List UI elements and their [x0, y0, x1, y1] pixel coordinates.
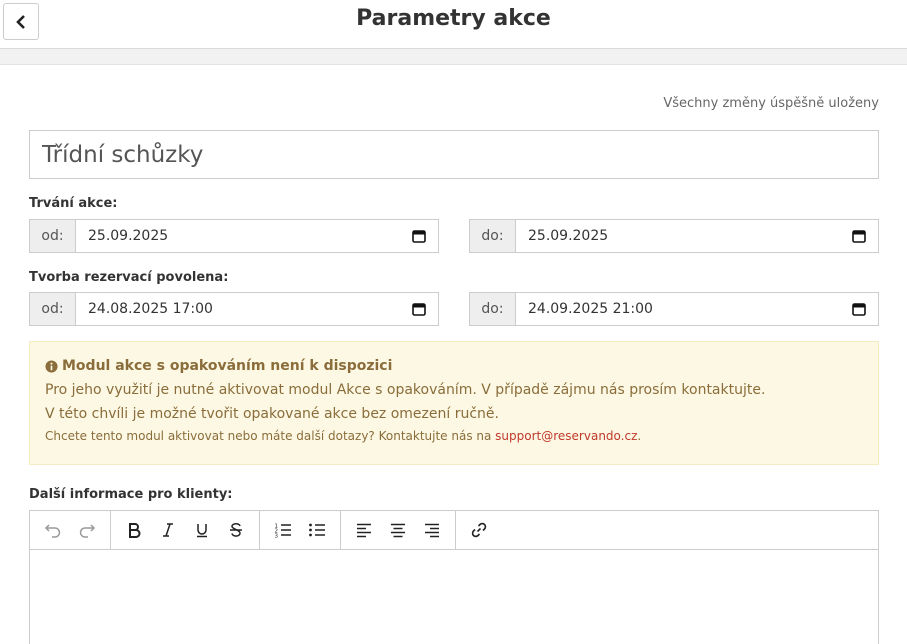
header-divider	[0, 48, 907, 65]
link-icon	[471, 522, 487, 538]
page-title: Parametry akce	[356, 6, 551, 31]
insert-link-button[interactable]	[462, 515, 496, 545]
align-left-icon	[357, 523, 371, 538]
alert-title: Modul akce s opakováním není k dispozici	[62, 358, 393, 374]
reservations-from-addon: od:	[30, 293, 76, 325]
duration-from-addon: od:	[30, 220, 76, 252]
duration-to-addon: do:	[470, 220, 516, 252]
reservations-from-value: 24.08.2025 17:00	[88, 301, 213, 317]
editor-toolbar: 123	[30, 511, 878, 550]
alert-contact-text: Chcete tento modul aktivovat nebo máte d…	[45, 429, 863, 443]
reservations-to-group: do: 24.09.2025 21:00	[469, 292, 879, 326]
reservations-to-value: 24.09.2025 21:00	[528, 301, 653, 317]
align-center-button[interactable]	[381, 515, 415, 545]
calendar-icon[interactable]	[852, 302, 866, 316]
svg-text:3: 3	[275, 534, 279, 539]
rich-text-editor: 123	[29, 510, 879, 644]
client-info-label: Další informace pro klienty:	[29, 487, 233, 502]
duration-to-value: 25.09.2025	[528, 228, 609, 244]
reservations-to-addon: do:	[470, 293, 516, 325]
alert-line-1: Pro jeho využití je nutné aktivovat modu…	[45, 382, 766, 398]
redo-button[interactable]	[70, 515, 104, 545]
reservations-to-input[interactable]: 24.09.2025 21:00	[516, 293, 878, 325]
alert-contact-prefix: Chcete tento modul aktivovat nebo máte d…	[45, 429, 496, 443]
alert-contact-suffix: .	[637, 429, 642, 443]
redo-icon	[79, 524, 96, 538]
duration-to-input[interactable]: 25.09.2025	[516, 220, 878, 252]
reservations-from-input[interactable]: 24.08.2025 17:00	[76, 293, 438, 325]
history-group	[30, 511, 111, 549]
align-left-button[interactable]	[347, 515, 381, 545]
align-group	[341, 511, 456, 549]
support-email-link[interactable]: support@reservando.cz	[495, 429, 637, 443]
undo-button[interactable]	[36, 515, 70, 545]
duration-from-value: 25.09.2025	[88, 228, 169, 244]
duration-to-group: do: 25.09.2025	[469, 219, 879, 253]
list-group: 123	[260, 511, 341, 549]
align-right-icon	[425, 523, 439, 538]
ordered-list-icon: 123	[275, 524, 291, 539]
align-center-icon	[391, 523, 405, 538]
header: Parametry akce	[0, 0, 907, 48]
module-warning-alert: Modul akce s opakováním není k dispozici…	[29, 341, 879, 465]
bullet-list-button[interactable]	[300, 515, 334, 545]
calendar-icon[interactable]	[852, 229, 866, 243]
strikethrough-icon	[230, 523, 242, 537]
strikethrough-button[interactable]	[219, 515, 253, 545]
info-icon	[45, 359, 58, 373]
undo-icon	[44, 524, 61, 538]
align-right-button[interactable]	[415, 515, 449, 545]
bold-button[interactable]	[117, 515, 151, 545]
save-status: Všechny změny úspěšně uloženy	[663, 96, 879, 111]
editor-content-area[interactable]	[30, 550, 878, 644]
duration-from-group: od: 25.09.2025	[29, 219, 439, 253]
duration-label: Trvání akce:	[29, 196, 118, 211]
alert-title-row: Modul akce s opakováním není k dispozici	[45, 358, 863, 374]
link-group	[456, 511, 502, 549]
bold-icon	[129, 523, 141, 538]
format-group	[111, 511, 260, 549]
bullet-list-icon	[309, 523, 325, 537]
underline-icon	[197, 524, 207, 538]
calendar-icon[interactable]	[412, 302, 426, 316]
alert-line-2: V této chvíli je možné tvořit opakované …	[45, 406, 499, 422]
underline-button[interactable]	[185, 515, 219, 545]
reservations-label: Tvorba rezervací povolena:	[29, 270, 229, 285]
italic-icon	[163, 523, 173, 537]
italic-button[interactable]	[151, 515, 185, 545]
reservations-from-group: od: 24.08.2025 17:00	[29, 292, 439, 326]
ordered-list-button[interactable]: 123	[266, 515, 300, 545]
calendar-icon[interactable]	[412, 229, 426, 243]
duration-from-input[interactable]: 25.09.2025	[76, 220, 438, 252]
event-name-input[interactable]	[29, 130, 879, 179]
